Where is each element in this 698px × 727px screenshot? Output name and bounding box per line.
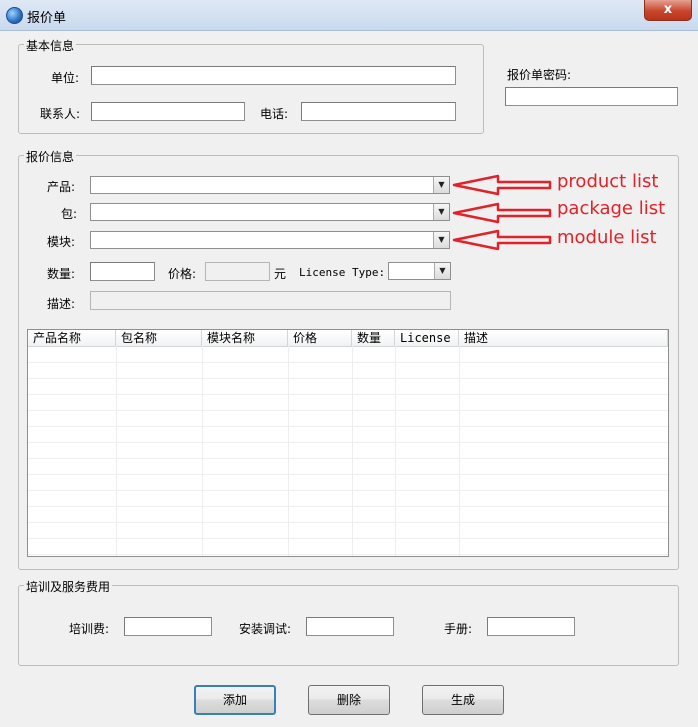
product-annotation: product list	[557, 171, 659, 192]
table-grid-hline	[28, 554, 668, 555]
contact-input[interactable]	[91, 102, 245, 121]
col-price[interactable]: 价格	[288, 330, 352, 346]
table-grid-hline	[28, 394, 668, 395]
quantity-label: 数量:	[47, 267, 76, 281]
table-grid-hline	[28, 362, 668, 363]
chevron-down-icon[interactable]: ▼	[433, 204, 449, 220]
col-package-name[interactable]: 包名称	[116, 330, 202, 346]
description-input	[90, 291, 451, 310]
quote-password-label: 报价单密码:	[507, 68, 572, 82]
quote-items-table[interactable]: 产品名称 包名称 模块名称 价格 数量 License 描述	[27, 329, 669, 557]
app-globe-icon	[6, 7, 23, 24]
install-fee-label: 安装调试:	[239, 622, 292, 636]
description-label: 描述:	[47, 297, 76, 311]
fees-legend: 培训及服务费用	[24, 578, 113, 595]
product-arrow-icon	[452, 174, 552, 196]
table-grid-hline	[28, 458, 668, 459]
unit-input[interactable]	[91, 66, 456, 85]
table-grid-hline	[28, 426, 668, 427]
manual-fee-label: 手册:	[444, 622, 473, 636]
col-license[interactable]: License	[395, 330, 459, 346]
chevron-down-icon[interactable]: ▼	[433, 232, 449, 248]
price-input	[205, 262, 270, 281]
currency-unit-label: 元	[274, 267, 287, 281]
table-grid-hline	[28, 474, 668, 475]
phone-label: 电话:	[260, 107, 289, 121]
module-combobox[interactable]: ▼	[90, 231, 450, 249]
chevron-down-icon[interactable]: ▼	[433, 177, 449, 193]
generate-button[interactable]: 生成	[422, 685, 504, 715]
table-grid-hline	[28, 410, 668, 411]
col-product-name[interactable]: 产品名称	[28, 330, 116, 346]
module-label: 模块:	[47, 235, 76, 249]
table-grid-hline	[28, 522, 668, 523]
package-annotation: package list	[557, 198, 666, 219]
quote-password-input[interactable]	[505, 87, 678, 106]
license-type-label: License Type:	[299, 266, 386, 279]
col-description[interactable]: 描述	[459, 330, 668, 346]
unit-label: 单位:	[51, 71, 80, 85]
table-grid-hline	[28, 538, 668, 539]
chevron-down-icon[interactable]: ▼	[434, 263, 450, 279]
table-grid-hline	[28, 378, 668, 379]
price-label: 价格:	[168, 267, 197, 281]
training-fee-label: 培训费:	[69, 622, 110, 636]
package-arrow-icon	[452, 202, 552, 224]
table-header: 产品名称 包名称 模块名称 价格 数量 License 描述	[28, 330, 668, 347]
basic-info-legend: 基本信息	[24, 37, 77, 54]
quote-info-legend: 报价信息	[24, 148, 77, 165]
table-grid-hline	[28, 506, 668, 507]
contact-label: 联系人:	[40, 107, 81, 121]
title-bar: 报价单 x	[0, 0, 698, 31]
window-title: 报价单	[27, 11, 67, 26]
add-button[interactable]: 添加	[194, 685, 276, 715]
module-arrow-icon	[452, 229, 552, 251]
table-grid-hline	[28, 442, 668, 443]
col-module-name[interactable]: 模块名称	[202, 330, 288, 346]
manual-fee-input[interactable]	[487, 617, 575, 636]
training-fee-input[interactable]	[124, 617, 212, 636]
quantity-input[interactable]	[90, 262, 155, 281]
module-annotation: module list	[557, 227, 657, 248]
delete-button[interactable]: 删除	[308, 685, 390, 715]
col-quantity[interactable]: 数量	[352, 330, 395, 346]
package-combobox[interactable]: ▼	[90, 203, 450, 221]
phone-input[interactable]	[301, 102, 456, 121]
install-fee-input[interactable]	[306, 617, 394, 636]
package-label: 包:	[61, 207, 78, 221]
product-label: 产品:	[47, 180, 76, 194]
table-grid-hline	[28, 490, 668, 491]
annotation-arrows	[452, 174, 552, 251]
product-combobox[interactable]: ▼	[90, 176, 450, 194]
license-type-combobox[interactable]: ▼	[388, 262, 451, 280]
close-button[interactable]: x	[644, 0, 692, 21]
